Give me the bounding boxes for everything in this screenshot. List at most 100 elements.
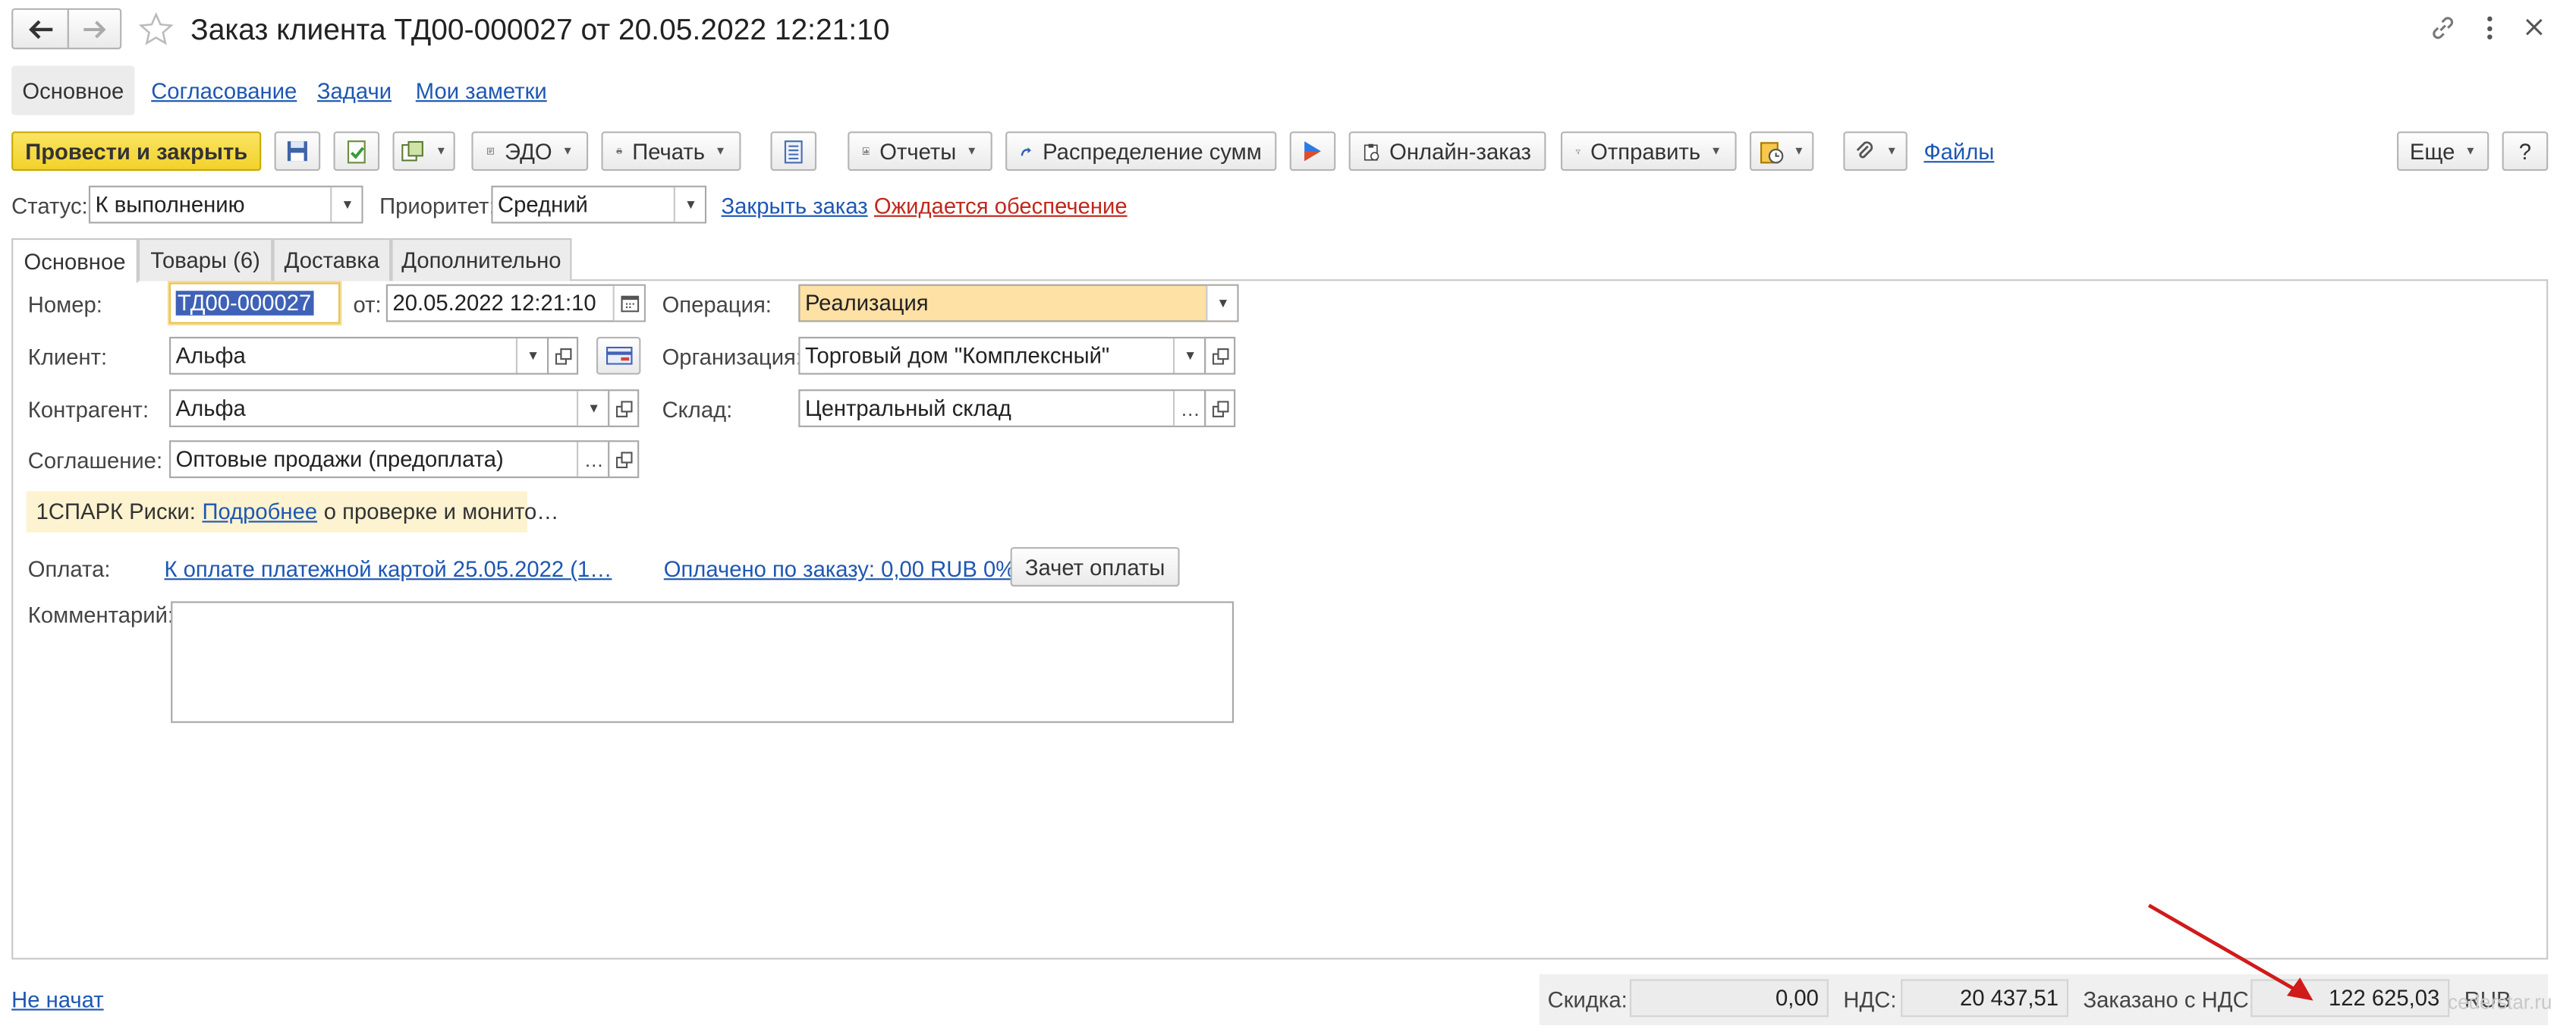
priority-select[interactable]: Средний ▼	[491, 185, 707, 224]
vat-value: 20 437,51	[1901, 979, 2068, 1018]
distribute-sums-button[interactable]: Распределение сумм	[1005, 131, 1277, 171]
payment-link[interactable]: К оплате платежной картой 25.05.2022 (1…	[165, 557, 612, 581]
more-menu-icon[interactable]	[2483, 13, 2496, 42]
open-organization-button[interactable]	[1204, 336, 1236, 375]
watermark: cederstar.ru	[2448, 990, 2552, 1014]
ellipsis-icon[interactable]: …	[576, 442, 609, 477]
open-warehouse-button[interactable]	[1204, 389, 1236, 427]
open-agreement-button[interactable]	[608, 440, 640, 479]
spark-banner: 1СПАРК Риски: Подробнее о проверке и мон…	[26, 491, 559, 533]
close-icon[interactable]	[2525, 18, 2543, 36]
calendar-icon	[621, 295, 640, 313]
chevron-down-icon: ▼	[1793, 145, 1805, 157]
open-window-icon	[1211, 400, 1228, 417]
contractor-input[interactable]: Альфа ▼	[169, 389, 610, 427]
nav-tab-main[interactable]: Основное	[11, 65, 135, 115]
paperclip-icon	[1856, 141, 1873, 159]
attachments-button[interactable]: ▼	[1843, 131, 1908, 171]
files-link[interactable]: Файлы	[1923, 140, 1994, 164]
form-tab-delivery[interactable]: Доставка	[272, 238, 392, 282]
post-and-close-button[interactable]: Провести и закрыть	[11, 131, 262, 171]
agreement-label: Соглашение:	[27, 448, 163, 474]
comment-label: Комментарий:	[27, 603, 175, 628]
warehouse-label: Склад:	[662, 397, 733, 423]
bitrix-button[interactable]	[1289, 131, 1336, 171]
list-document-icon	[784, 140, 803, 163]
floppy-disk-icon	[287, 141, 307, 162]
back-button[interactable]	[11, 8, 69, 49]
offset-payment-button[interactable]: Зачет оплаты	[1010, 547, 1180, 587]
payment-label: Оплата:	[27, 557, 111, 582]
star-icon[interactable]	[138, 11, 175, 48]
comment-textarea[interactable]	[171, 601, 1235, 723]
calendar-icon-button[interactable]	[612, 285, 644, 321]
window-title: Заказ клиента ТД00-000027 от 20.05.2022 …	[190, 13, 890, 46]
chevron-down-icon: ▼	[966, 145, 978, 157]
play-colored-icon	[1304, 141, 1321, 162]
open-contractor-button[interactable]	[608, 389, 640, 427]
close-order-link[interactable]: Закрыть заказ	[722, 194, 868, 218]
clipboard-icon	[1363, 143, 1379, 160]
link-icon[interactable]	[2430, 14, 2456, 41]
help-button[interactable]: ?	[2502, 131, 2549, 171]
create-based-on-button[interactable]: ▼	[392, 131, 455, 171]
nav-tab-approval[interactable]: Согласование	[151, 79, 297, 103]
printer-icon	[616, 148, 622, 154]
chevron-down-icon[interactable]: ▼	[673, 187, 705, 222]
arrow-right-icon	[83, 20, 106, 38]
client-label: Клиент:	[27, 345, 108, 370]
edo-icon	[487, 147, 494, 155]
chevron-down-icon: ▼	[714, 145, 727, 157]
discount-value: 0,00	[1629, 979, 1829, 1018]
open-window-icon	[1211, 347, 1228, 364]
warehouse-input[interactable]: Центральный склад …	[798, 389, 1206, 427]
nav-tab-notes[interactable]: Мои заметки	[416, 79, 547, 103]
status-select[interactable]: К выполнению ▼	[88, 185, 363, 224]
chevron-down-icon[interactable]: ▼	[330, 187, 362, 222]
card-icon	[605, 346, 632, 365]
forward-button[interactable]	[67, 8, 122, 49]
discount-label: Скидка:	[1547, 987, 1628, 1012]
save-button[interactable]	[274, 131, 321, 171]
chevron-down-icon: ▼	[1886, 145, 1898, 157]
nav-tab-tasks[interactable]: Задачи	[317, 79, 392, 103]
client-card-button[interactable]	[596, 336, 641, 375]
paid-by-order-link[interactable]: Оплачено по заказу: 0,00 RUB 0%	[664, 557, 1015, 581]
reports-button[interactable]: Отчеты ▼	[848, 131, 992, 171]
send-filter-icon	[1575, 149, 1581, 154]
not-started-link[interactable]: Не начат	[11, 987, 103, 1012]
chevron-down-icon[interactable]: ▼	[576, 391, 609, 426]
post-button[interactable]	[333, 131, 380, 171]
form-tab-additional[interactable]: Дополнительно	[391, 238, 572, 282]
date-input[interactable]: 20.05.2022 12:21:10	[385, 284, 646, 322]
spark-details-link[interactable]: Подробнее	[202, 499, 317, 524]
operation-select[interactable]: Реализация ▼	[798, 284, 1239, 322]
open-window-icon	[554, 347, 571, 364]
open-client-button[interactable]	[547, 336, 579, 375]
ellipsis-icon[interactable]: …	[1172, 391, 1205, 426]
organization-input[interactable]: Торговый дом "Комплексный" ▼	[798, 336, 1206, 375]
agreement-input[interactable]: Оптовые продажи (предоплата) …	[169, 440, 610, 479]
chevron-down-icon[interactable]: ▼	[515, 338, 548, 373]
clipboard-clock-icon	[1759, 141, 1783, 163]
send-button[interactable]: Отправить ▼	[1560, 131, 1737, 171]
print-button[interactable]: Печать ▼	[601, 131, 741, 171]
post-document-icon	[346, 140, 365, 163]
structure-button[interactable]	[770, 131, 817, 171]
edo-button[interactable]: ЭДО ▼	[471, 131, 589, 171]
from-label: от:	[353, 292, 382, 317]
client-input[interactable]: Альфа ▼	[169, 336, 549, 375]
chevron-down-icon: ▼	[2464, 145, 2477, 157]
chevron-down-icon: ▼	[561, 145, 574, 157]
more-button[interactable]: Еще ▼	[2397, 131, 2490, 171]
print-settings-button[interactable]: ▼	[1749, 131, 1814, 171]
chevron-down-icon[interactable]: ▼	[1206, 285, 1238, 321]
form-tab-main[interactable]: Основное	[11, 238, 138, 283]
contractor-label: Контрагент:	[27, 397, 149, 423]
curved-arrow-icon	[1021, 146, 1031, 156]
chevron-down-icon[interactable]: ▼	[1172, 338, 1205, 373]
awaiting-supply-link[interactable]: Ожидается обеспечение	[874, 194, 1128, 218]
form-tab-goods[interactable]: Товары (6)	[137, 238, 273, 282]
online-order-button[interactable]: Онлайн-заказ	[1348, 131, 1546, 171]
number-input[interactable]: ТД00-000027	[169, 282, 341, 324]
